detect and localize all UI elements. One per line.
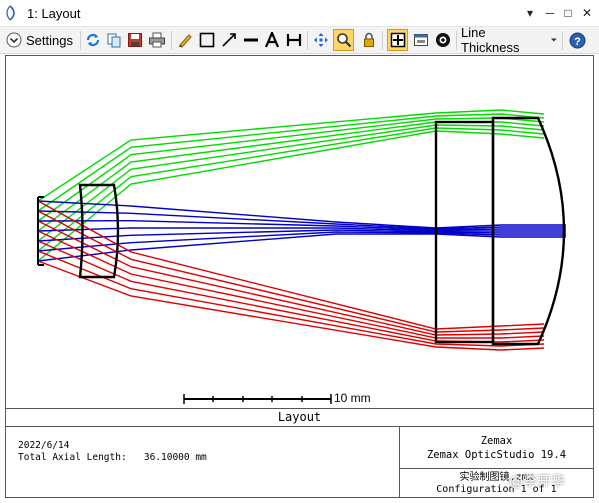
fit-button[interactable]	[387, 29, 408, 51]
maximize-button[interactable]: □	[561, 6, 575, 20]
product-name: Zemax OpticStudio 19.4	[426, 449, 567, 461]
fit-icon	[390, 32, 405, 48]
line-thickness-dropdown[interactable]: Line Thickness	[461, 25, 559, 55]
title-bar: 1: Layout ▾ ─ □ ✕	[0, 0, 599, 27]
toolbar-separator	[382, 31, 383, 50]
rectangle-tool-button[interactable]	[197, 29, 217, 51]
toolbar-separator	[171, 31, 172, 50]
plot-caption: Layout	[6, 408, 593, 427]
toolbar-separator	[456, 31, 457, 50]
ray-green-4	[37, 121, 545, 232]
product-info: Zemax Zemax OpticStudio 19.4	[400, 427, 593, 468]
text-icon	[264, 32, 280, 48]
lock-icon	[364, 32, 374, 47]
zoom-button[interactable]	[333, 29, 354, 51]
save-button[interactable]	[125, 29, 145, 51]
settings-label: Settings	[26, 32, 73, 48]
pencil-tool-button[interactable]	[175, 29, 195, 51]
toolbar-separator	[562, 31, 563, 50]
product-brand: Zemax	[480, 435, 513, 447]
ray-red-4	[37, 230, 545, 339]
pan-button[interactable]	[311, 29, 331, 51]
toolbar: Settings Line Thickness ?	[0, 25, 599, 55]
line-tool-button[interactable]	[241, 29, 261, 51]
total-axial-length-value: 36.10000 mm	[143, 452, 207, 463]
plot-info-left: 2022/6/14 Total Axial Length: 36.10000 m…	[18, 440, 207, 464]
save-icon	[128, 33, 142, 47]
total-axial-length-label: Total Axial Length:	[18, 452, 127, 463]
window-icon	[414, 34, 428, 46]
settings-chevron-icon	[6, 32, 22, 48]
dimension-tool-button[interactable]	[284, 29, 304, 51]
help-button[interactable]: ?	[567, 29, 587, 51]
zoom-icon	[336, 33, 351, 48]
arrow-tool-button[interactable]	[219, 29, 239, 51]
print-icon	[149, 32, 165, 48]
window-title: 1: Layout	[27, 6, 81, 21]
dimension-icon	[286, 34, 302, 46]
chevron-down-icon	[551, 38, 558, 42]
lock-button[interactable]	[359, 29, 379, 51]
rectangle-icon	[199, 32, 215, 48]
layout-window-icon	[6, 5, 15, 21]
minimize-button[interactable]: ─	[543, 6, 557, 20]
scale-bar	[183, 394, 332, 404]
camera-icon	[436, 33, 450, 47]
refresh-icon	[86, 33, 100, 47]
scale-bar-label: 10 mm	[334, 391, 371, 405]
layout-plot[interactable]: 10 mm Layout 2022/6/14 Total Axial Lengt…	[5, 55, 594, 498]
line-icon	[244, 38, 258, 42]
help-icon: ?	[569, 32, 585, 48]
plot-date: 2022/6/14	[18, 440, 70, 451]
text-tool-button[interactable]	[262, 29, 282, 51]
ray-green-5	[37, 124, 545, 242]
pin-menu-icon[interactable]: ▾	[523, 6, 537, 20]
watermark: @李开华	[509, 474, 565, 490]
settings-button[interactable]: Settings	[6, 29, 78, 51]
copy-icon	[107, 33, 121, 48]
window-button[interactable]	[411, 29, 431, 51]
pan-icon	[314, 33, 328, 47]
line-thickness-label: Line Thickness	[461, 25, 520, 55]
print-button[interactable]	[146, 29, 168, 51]
arrow-icon	[222, 33, 236, 47]
camera-button[interactable]	[433, 29, 453, 51]
ray-red-6	[37, 250, 545, 347]
refresh-button[interactable]	[83, 29, 103, 51]
toolbar-separator	[80, 31, 81, 50]
svg-text:?: ?	[574, 36, 581, 48]
toolbar-separator	[307, 31, 308, 50]
close-button[interactable]: ✕	[580, 6, 594, 20]
copy-button[interactable]	[104, 29, 124, 51]
pencil-icon	[179, 34, 192, 48]
